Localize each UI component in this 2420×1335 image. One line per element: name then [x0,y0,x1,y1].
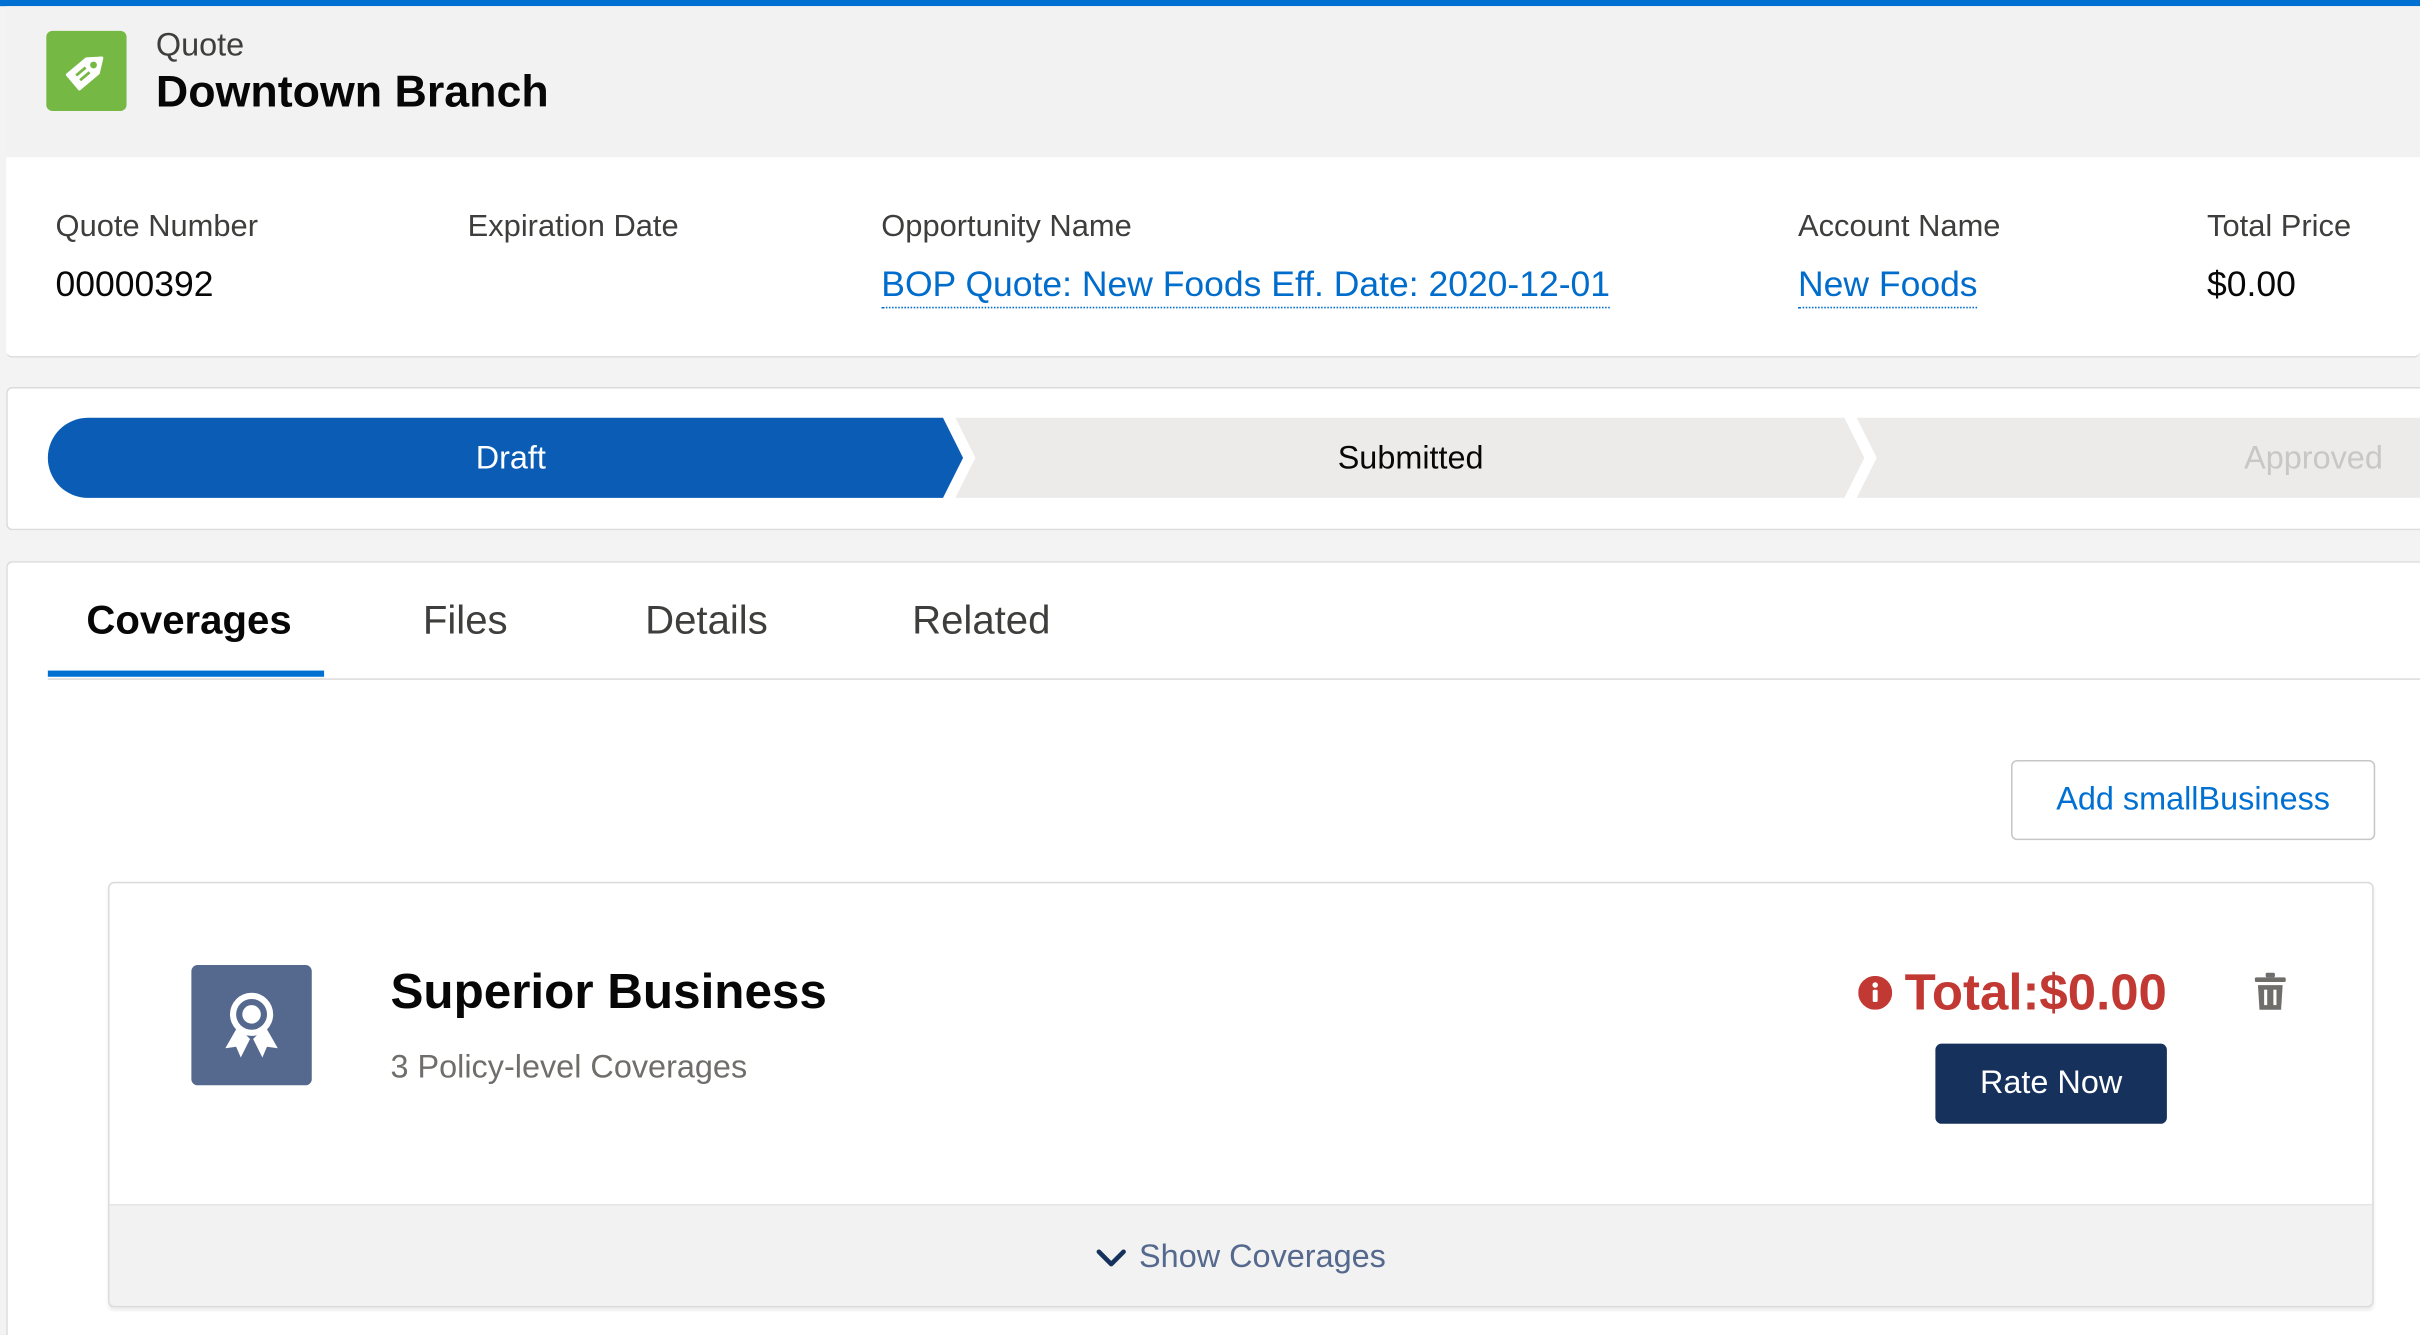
rate-now-button[interactable]: Rate Now [1935,1043,2167,1124]
account-link[interactable]: New Foods [1798,264,1978,309]
show-coverages-toggle[interactable]: Show Coverages [109,1203,2373,1306]
object-type-label: Quote [155,27,245,64]
highlights-panel: Quote Number 00000392 Expiration Date Op… [6,157,2420,358]
show-coverages-label: Show Coverages [1139,1238,1386,1275]
field-label: Quote Number [55,209,259,244]
opportunity-link[interactable]: BOP Quote: New Foods Eff. Date: 2020-12-… [881,264,1611,309]
trash-icon[interactable] [2252,970,2289,1013]
tab-related[interactable]: Related [912,597,1050,645]
field-opportunity-name: Opportunity Name BOP Quote: New Foods Ef… [881,209,1611,309]
field-label: Expiration Date [467,209,679,244]
warning-icon [1858,975,1893,1010]
policy-name: Superior Business [390,963,827,1019]
field-label: Account Name [1798,209,2001,244]
tab-files[interactable]: Files [423,597,508,645]
policy-total: Total:$0.00 [1858,963,2167,1022]
tab-bar: Coverages Files Details Related [47,563,2420,680]
field-label: Opportunity Name [881,209,1132,244]
record-header: Quote Downtown Branch [6,6,2420,158]
chevron-down-icon [1096,1248,1126,1266]
field-value: 00000392 [55,263,214,304]
active-tab-indicator [47,670,325,677]
quote-record-page: Quote Downtown Branch Quote Number 00000… [0,0,2420,1335]
policy-coverage-count: 3 Policy-level Coverages [390,1049,748,1086]
field-quote-number: Quote Number 00000392 [56,210,258,306]
policy-card: Superior Business 3 Policy-level Coverag… [108,881,2374,1308]
field-value: $0.00 [2207,263,2296,304]
field-account-name: Account Name New Foods [1798,210,2000,309]
path-stage-label: Approved [2244,440,2383,476]
tabs-card: Coverages Files Details Related Add smal… [6,561,2420,1335]
field-total-price: Total Price $0.00 [2207,210,2351,306]
status-path: Draft Submitted Approved [6,386,2420,531]
record-title: Downtown Branch [155,67,549,118]
price-tag-icon [46,30,127,111]
path-stage-label: Submitted [1338,440,1484,476]
add-small-business-button[interactable]: Add smallBusiness [2011,759,2376,841]
tab-details[interactable]: Details [645,597,768,645]
path-stage-label: Draft [476,440,546,476]
field-label: Total Price [2207,209,2352,244]
field-expiration-date: Expiration Date [468,210,679,264]
policy-total-amount: Total:$0.00 [1904,963,2167,1021]
tab-coverages[interactable]: Coverages [86,597,291,645]
award-ribbon-icon [191,965,312,1086]
